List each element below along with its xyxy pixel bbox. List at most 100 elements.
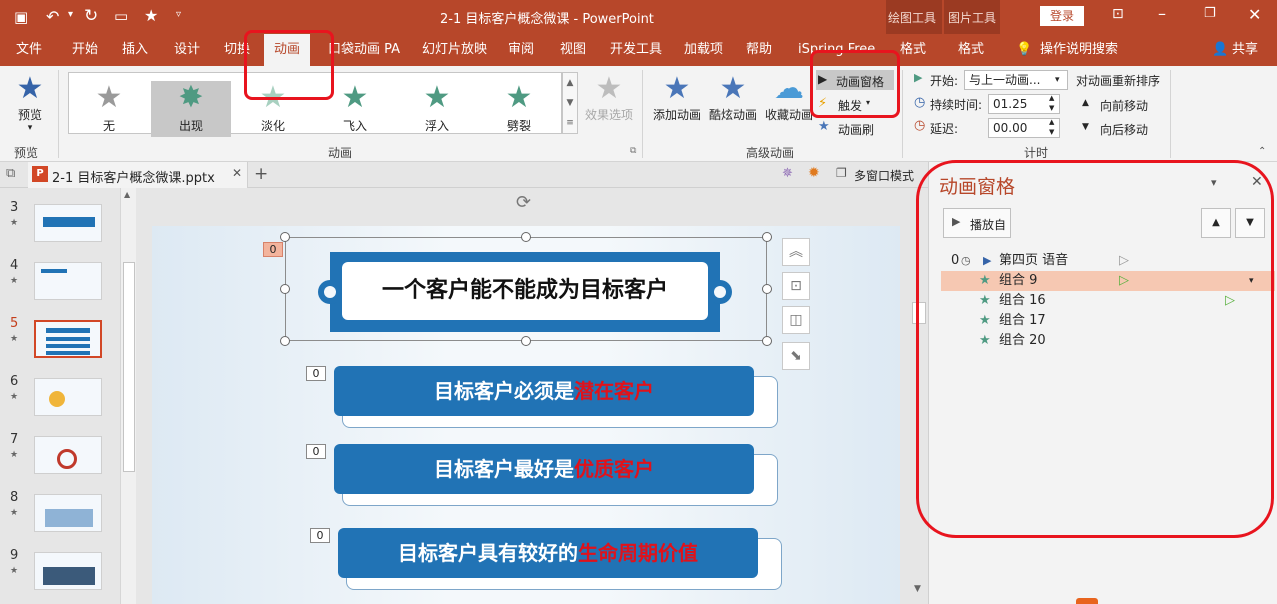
highlight-animation-pane bbox=[916, 160, 1274, 538]
tab-addins[interactable]: 加载项 bbox=[684, 34, 723, 66]
preview-button[interactable]: ★ 预览 ▾ bbox=[8, 72, 52, 138]
delay-input[interactable]: 00.00 ▲ ▼ bbox=[988, 118, 1060, 138]
resize-handle[interactable] bbox=[521, 336, 531, 346]
collapse-ribbon-icon[interactable]: ⌃ bbox=[1258, 146, 1266, 157]
multi-window-button[interactable]: 多窗口模式 bbox=[854, 167, 914, 184]
thumbnail-toggle-icon[interactable]: ⧉ bbox=[6, 166, 15, 181]
sparkle-icon[interactable]: ✵ bbox=[782, 166, 793, 181]
chevron-down-icon[interactable]: ▼ bbox=[563, 93, 577, 113]
star-icon[interactable]: ★ bbox=[144, 6, 158, 25]
slide-thumbnail[interactable] bbox=[34, 436, 102, 474]
star-icon: ★ bbox=[505, 80, 533, 115]
slideshow-icon[interactable]: ▭ bbox=[114, 7, 128, 25]
close-tab-icon[interactable]: ✕ bbox=[232, 166, 242, 180]
redo-icon[interactable]: ↻ bbox=[84, 6, 98, 26]
scroll-up-icon[interactable]: ▲ bbox=[124, 190, 130, 199]
star-icon: ★ bbox=[423, 80, 451, 115]
tab-home[interactable]: 开始 bbox=[72, 34, 98, 66]
restore-icon[interactable]: ❐ bbox=[1204, 6, 1216, 21]
slide-thumbnail[interactable] bbox=[34, 262, 102, 300]
tab-file[interactable]: 文件 bbox=[16, 34, 42, 66]
star-icon: ★ bbox=[10, 392, 19, 402]
start-dropdown[interactable]: 与上一动画... ▾ bbox=[964, 70, 1068, 90]
tab-format-drawing[interactable]: 格式 bbox=[900, 34, 926, 66]
tab-design[interactable]: 设计 bbox=[174, 34, 200, 66]
document-tab[interactable]: P 2-1 目标客户概念微课.pptx ✕ bbox=[28, 162, 248, 188]
tell-me-search[interactable]: 操作说明搜索 bbox=[1040, 34, 1118, 66]
text-bar-2[interactable]: 目标客户最好是优质客户 bbox=[334, 444, 754, 494]
resize-handle[interactable] bbox=[762, 232, 772, 242]
advanced-group-label: 高级动画 bbox=[746, 146, 795, 160]
rotate-handle-icon[interactable]: ⟳ bbox=[516, 192, 531, 213]
title-bar: ▣ ↶ ▾ ↻ ▭ ★ ▿ 2-1 目标客户概念微课 - PowerPoint … bbox=[0, 0, 1277, 34]
gallery-appear[interactable]: ✸ 出现 bbox=[151, 81, 231, 137]
align-icon[interactable]: ⊡ bbox=[782, 272, 810, 300]
delay-icon: ◷ bbox=[914, 118, 926, 133]
animation-tag[interactable]: 0 bbox=[310, 528, 330, 543]
resize-handle[interactable] bbox=[280, 284, 290, 294]
more-icon[interactable]: ≡ bbox=[563, 113, 577, 133]
highlight-animation-pane-button bbox=[810, 50, 900, 118]
collapse-icon[interactable]: ︽ bbox=[782, 238, 810, 266]
window-title: 2-1 目标客户概念微课 - PowerPoint bbox=[440, 12, 654, 27]
cool-animation-button[interactable]: ★ 酷炫动画 bbox=[706, 72, 760, 132]
layer-icon[interactable]: ◫ bbox=[782, 306, 810, 334]
move-later-button[interactable]: ▼ 向后移动 bbox=[1082, 120, 1162, 138]
login-button[interactable]: 登录 bbox=[1040, 6, 1084, 26]
gear-icon[interactable]: ✹ bbox=[808, 165, 820, 181]
minimize-icon[interactable]: – bbox=[1158, 4, 1166, 23]
scroll-down-icon[interactable]: ▼ bbox=[914, 584, 921, 594]
chevron-up-icon[interactable]: ▲ bbox=[563, 73, 577, 93]
animation-tag[interactable]: 0 bbox=[263, 242, 283, 257]
undo-icon[interactable]: ↶ bbox=[46, 7, 59, 26]
text-bar-1[interactable]: 目标客户必须是潜在客户 bbox=[334, 366, 754, 416]
tab-insert[interactable]: 插入 bbox=[122, 34, 148, 66]
scroll-thumb[interactable] bbox=[123, 262, 135, 472]
move-earlier-button[interactable]: ▲ 向前移动 bbox=[1082, 96, 1162, 114]
dialog-launcher-icon[interactable]: ⧉ bbox=[630, 146, 636, 156]
star-icon: ★ bbox=[595, 71, 623, 106]
resize-handle[interactable] bbox=[762, 284, 772, 294]
crop-icon[interactable]: ⬊ bbox=[782, 342, 810, 370]
chevron-down-icon: ▾ bbox=[1055, 75, 1060, 85]
chevron-down-icon[interactable]: ▾ bbox=[68, 9, 73, 20]
gallery-float-in[interactable]: ★ 浮入 bbox=[397, 81, 477, 137]
resize-handle[interactable] bbox=[280, 336, 290, 346]
thumbnail-scrollbar[interactable]: ▲ bbox=[120, 188, 136, 604]
text-bar-3[interactable]: 目标客户具有较好的生命周期价值 bbox=[338, 528, 758, 578]
close-icon[interactable]: ✕ bbox=[1248, 5, 1261, 24]
gallery-none[interactable]: ★ 无 bbox=[69, 81, 149, 137]
tab-view[interactable]: 视图 bbox=[560, 34, 586, 66]
animation-tag[interactable]: 0 bbox=[306, 444, 326, 459]
gallery-scroll[interactable]: ▲ ▼ ≡ bbox=[562, 72, 578, 134]
slide-thumbnail[interactable] bbox=[34, 552, 102, 590]
add-animation-button[interactable]: ★ 添加动画 bbox=[650, 72, 704, 132]
new-tab-icon[interactable]: + bbox=[254, 164, 268, 184]
tab-pocket-animation[interactable]: 口袋动画 PA bbox=[328, 34, 400, 66]
tab-developer[interactable]: 开发工具 bbox=[610, 34, 662, 66]
customize-icon[interactable]: ▿ bbox=[176, 9, 181, 20]
effect-options-button[interactable]: ★ 效果选项 bbox=[584, 72, 634, 132]
resize-handle[interactable] bbox=[280, 232, 290, 242]
duration-input[interactable]: 01.25 ▲ ▼ bbox=[988, 94, 1060, 114]
spinner-icon[interactable]: ▲ ▼ bbox=[1049, 93, 1054, 113]
slide-thumbnail-selected[interactable] bbox=[34, 320, 102, 358]
resize-handle[interactable] bbox=[762, 336, 772, 346]
resize-handle[interactable] bbox=[521, 232, 531, 242]
slide-thumbnail[interactable] bbox=[34, 378, 102, 416]
save-icon[interactable]: ▣ bbox=[14, 8, 28, 26]
spinner-icon[interactable]: ▲ ▼ bbox=[1049, 117, 1054, 137]
tab-help[interactable]: 帮助 bbox=[746, 34, 772, 66]
ribbon-display-icon[interactable]: ⊡ bbox=[1112, 6, 1124, 22]
tab-format-picture[interactable]: 格式 bbox=[958, 34, 984, 66]
tab-slideshow[interactable]: 幻灯片放映 bbox=[422, 34, 487, 66]
preview-group-label: 预览 bbox=[14, 146, 39, 160]
tab-review[interactable]: 审阅 bbox=[508, 34, 534, 66]
slide-thumbnail[interactable] bbox=[34, 204, 102, 242]
share-button[interactable]: 共享 bbox=[1232, 34, 1258, 66]
animation-tag[interactable]: 0 bbox=[306, 366, 326, 381]
gallery-split[interactable]: ★ 劈裂 bbox=[479, 81, 559, 137]
favorite-animation-button[interactable]: ☁ 收藏动画 bbox=[762, 72, 816, 132]
animation-painter-button[interactable]: ★ 动画刷 bbox=[818, 119, 894, 139]
slide-thumbnail[interactable] bbox=[34, 494, 102, 532]
